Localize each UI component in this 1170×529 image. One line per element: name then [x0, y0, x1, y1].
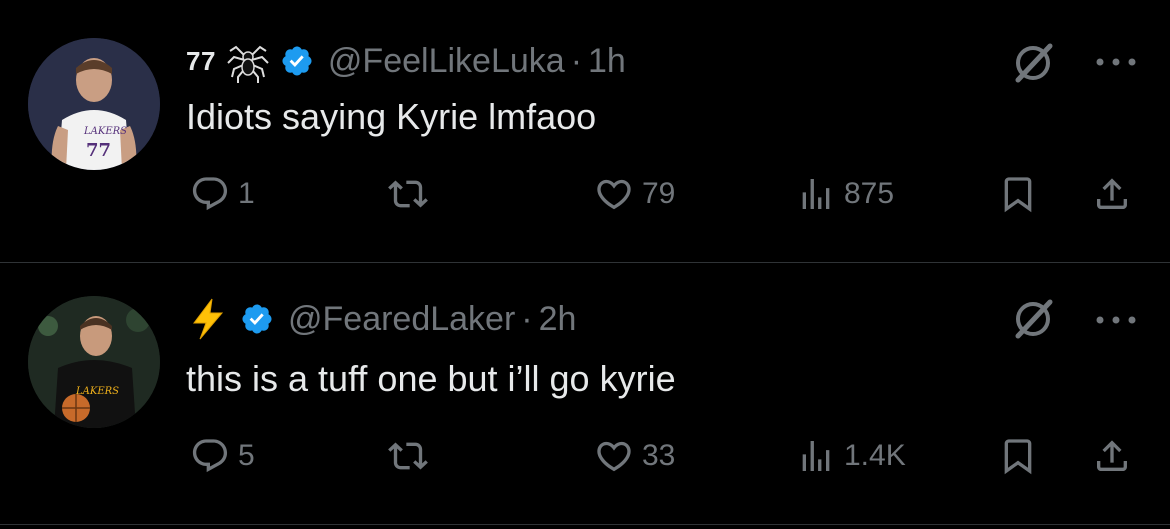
tweet-2[interactable]: LAKERS @FearedLaker · 2h this is a tuff … [0, 262, 1170, 524]
tweet-1[interactable]: LAKERS 77 77 @FeelLikeLuka · 1h Idiots s… [0, 0, 1170, 262]
share-icon [1097, 178, 1127, 209]
retweet-icon [388, 442, 428, 470]
views-chart-icon [802, 179, 830, 209]
tweet-actions: 1 79 875 [186, 174, 1146, 220]
verified-badge-icon [282, 46, 312, 76]
lightning-icon [193, 298, 224, 340]
reply-count: 1 [238, 177, 255, 210]
display-name[interactable]: 77 [186, 46, 216, 77]
bookmark-icon [1004, 439, 1032, 475]
like-button[interactable]: 79 [594, 174, 675, 214]
spider-icon [227, 45, 269, 83]
share-button[interactable] [1092, 436, 1140, 476]
retweet-button[interactable] [388, 174, 436, 214]
views-chart-icon [802, 441, 830, 471]
bookmark-button[interactable] [998, 436, 1046, 476]
reply-button[interactable]: 5 [190, 436, 255, 476]
reply-icon [192, 439, 228, 473]
views-button[interactable]: 875 [796, 174, 894, 214]
reply-button[interactable]: 1 [190, 174, 255, 214]
tweet-header: @FearedLaker · 2h [186, 296, 576, 342]
user-handle[interactable]: @FearedLaker [288, 300, 515, 339]
heart-icon [597, 441, 631, 472]
tweet-actions: 5 33 1.4K [186, 436, 1146, 482]
retweet-button[interactable] [388, 436, 436, 476]
separator-dot: · [521, 299, 533, 338]
heart-icon [597, 179, 631, 210]
reply-count: 5 [238, 439, 255, 472]
verified-badge-icon [242, 304, 272, 334]
views-count: 1.4K [844, 439, 906, 472]
reply-icon [192, 177, 228, 211]
like-button[interactable]: 33 [594, 436, 675, 476]
bookmark-button[interactable] [998, 174, 1046, 214]
more-options-icon[interactable] [1090, 310, 1142, 330]
user-handle[interactable]: @FeelLikeLuka [328, 42, 565, 81]
timestamp[interactable]: 1h [588, 42, 626, 81]
share-button[interactable] [1092, 174, 1140, 214]
svg-text:77: 77 [86, 140, 111, 161]
svg-text:LAKERS: LAKERS [83, 126, 127, 137]
share-icon [1097, 440, 1127, 471]
like-count: 79 [642, 177, 676, 210]
views-button[interactable]: 1.4K [796, 436, 906, 476]
avatar[interactable]: LAKERS [28, 296, 160, 428]
separator-dot: · [570, 41, 583, 80]
like-count: 33 [642, 439, 676, 472]
views-count: 875 [844, 177, 895, 210]
grok-icon[interactable] [1010, 296, 1056, 342]
retweet-icon [388, 180, 428, 208]
bookmark-icon [1004, 177, 1032, 213]
tweet-text: this is a tuff one but i’ll go kyrie [186, 358, 676, 399]
avatar[interactable]: LAKERS 77 [28, 38, 160, 170]
timestamp[interactable]: 2h [539, 300, 577, 339]
tweet-divider [0, 524, 1170, 525]
more-options-icon[interactable] [1090, 52, 1142, 72]
tweet-header: 77 @FeelLikeLuka · 1h [186, 38, 626, 84]
grok-icon[interactable] [1010, 40, 1056, 86]
tweet-text: Idiots saying Kyrie lmfaoo [186, 96, 597, 137]
